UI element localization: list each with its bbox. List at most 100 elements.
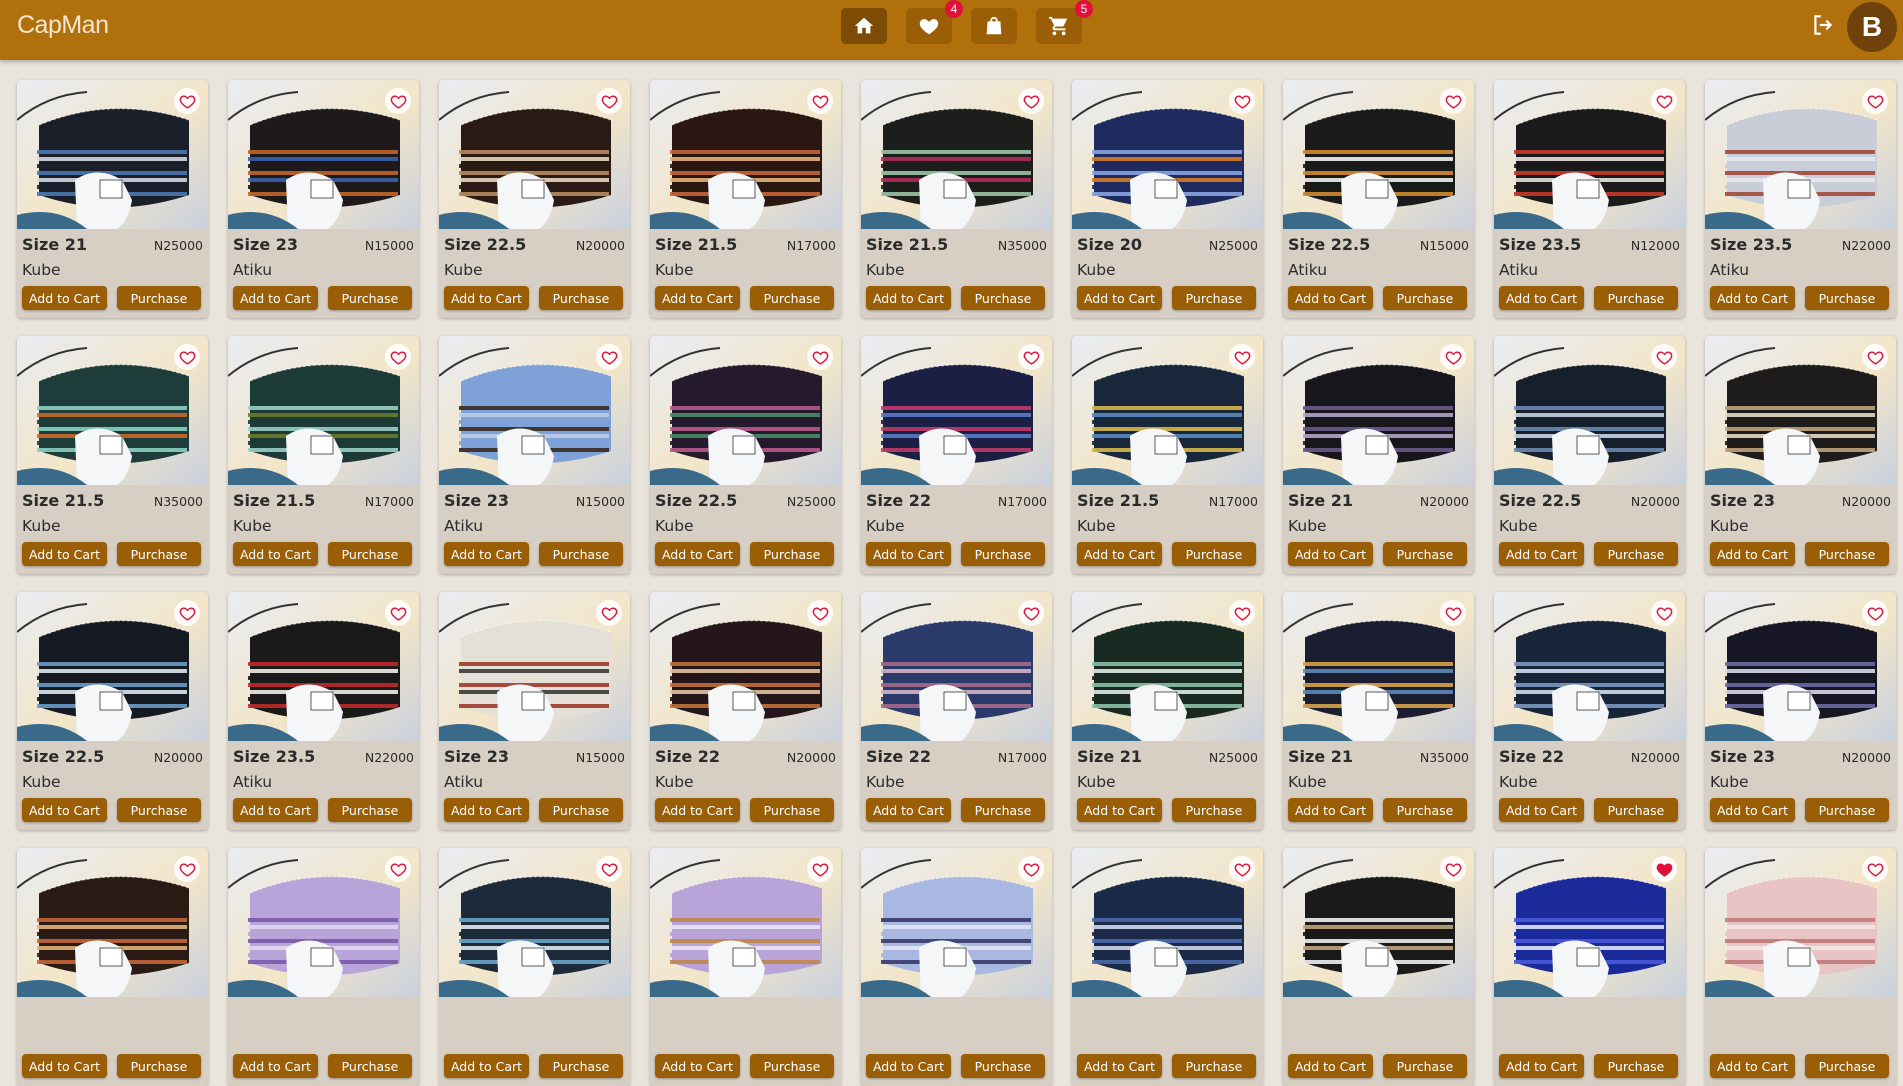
favorite-toggle[interactable] (1229, 600, 1255, 626)
product-image[interactable] (650, 848, 841, 997)
purchase-button[interactable]: Purchase (1594, 286, 1678, 310)
product-card[interactable]: Size 23 N15000 Atiku Add to Cart Purchas… (228, 80, 419, 318)
product-card[interactable]: Size 21 N35000 Kube Add to Cart Purchase (1283, 592, 1474, 830)
product-card[interactable]: Add to Cart Purchase (1705, 848, 1896, 1086)
product-image[interactable] (17, 80, 208, 229)
product-image[interactable] (228, 336, 419, 485)
product-image[interactable] (17, 848, 208, 997)
product-image[interactable] (439, 80, 630, 229)
purchase-button[interactable]: Purchase (1594, 798, 1678, 822)
favorite-toggle[interactable] (807, 344, 833, 370)
purchase-button[interactable]: Purchase (1172, 798, 1256, 822)
favorite-toggle[interactable] (1862, 88, 1888, 114)
product-card[interactable]: Size 23 N15000 Atiku Add to Cart Purchas… (439, 592, 630, 830)
product-card[interactable]: Size 23.5 N12000 Atiku Add to Cart Purch… (1494, 80, 1685, 318)
favorite-toggle[interactable] (1651, 600, 1677, 626)
purchase-button[interactable]: Purchase (750, 542, 834, 566)
product-image[interactable] (1072, 592, 1263, 741)
product-image[interactable] (1494, 80, 1685, 229)
purchase-button[interactable]: Purchase (1805, 798, 1889, 822)
product-card[interactable]: Add to Cart Purchase (17, 848, 208, 1086)
purchase-button[interactable]: Purchase (1383, 286, 1467, 310)
favorite-toggle[interactable] (1229, 88, 1255, 114)
purchase-button[interactable]: Purchase (328, 542, 412, 566)
favorite-toggle[interactable] (1440, 600, 1466, 626)
favorite-toggle[interactable] (807, 600, 833, 626)
add-to-cart-button[interactable]: Add to Cart (22, 1054, 107, 1078)
product-image[interactable] (439, 336, 630, 485)
purchase-button[interactable]: Purchase (539, 286, 623, 310)
product-image[interactable] (17, 336, 208, 485)
purchase-button[interactable]: Purchase (328, 1054, 412, 1078)
product-image[interactable] (1283, 336, 1474, 485)
favorite-toggle[interactable] (1018, 344, 1044, 370)
cart-button[interactable]: 5 (1036, 0, 1093, 44)
purchase-button[interactable]: Purchase (117, 286, 201, 310)
product-card[interactable]: Add to Cart Purchase (1494, 848, 1685, 1086)
product-card[interactable]: Size 23 N20000 Kube Add to Cart Purchase (1705, 336, 1896, 574)
product-card[interactable]: Size 22.5 N25000 Kube Add to Cart Purcha… (650, 336, 841, 574)
favorite-toggle[interactable] (1229, 344, 1255, 370)
favorite-toggle[interactable] (1440, 856, 1466, 882)
add-to-cart-button[interactable]: Add to Cart (1077, 798, 1162, 822)
product-card[interactable]: Add to Cart Purchase (861, 848, 1052, 1086)
orders-button[interactable] (971, 8, 1017, 44)
add-to-cart-button[interactable]: Add to Cart (1710, 798, 1795, 822)
product-image[interactable] (861, 336, 1052, 485)
favorite-toggle[interactable] (807, 856, 833, 882)
product-image[interactable] (1494, 336, 1685, 485)
favorite-toggle[interactable] (1440, 88, 1466, 114)
product-card[interactable]: Size 22 N20000 Kube Add to Cart Purchase (1494, 592, 1685, 830)
product-image[interactable] (650, 80, 841, 229)
purchase-button[interactable]: Purchase (539, 1054, 623, 1078)
product-card[interactable]: Add to Cart Purchase (228, 848, 419, 1086)
add-to-cart-button[interactable]: Add to Cart (1710, 286, 1795, 310)
add-to-cart-button[interactable]: Add to Cart (233, 542, 318, 566)
product-card[interactable]: Size 21.5 N17000 Kube Add to Cart Purcha… (1072, 336, 1263, 574)
product-card[interactable]: Size 21.5 N17000 Kube Add to Cart Purcha… (650, 80, 841, 318)
product-card[interactable]: Add to Cart Purchase (439, 848, 630, 1086)
product-image[interactable] (1705, 80, 1896, 229)
home-button[interactable] (841, 8, 887, 44)
user-avatar[interactable]: B (1847, 2, 1897, 52)
favorite-toggle[interactable] (174, 344, 200, 370)
favorite-toggle[interactable] (174, 600, 200, 626)
product-image[interactable] (1072, 848, 1263, 997)
purchase-button[interactable]: Purchase (1805, 286, 1889, 310)
favorite-toggle[interactable] (174, 856, 200, 882)
favorite-toggle[interactable] (596, 88, 622, 114)
add-to-cart-button[interactable]: Add to Cart (444, 286, 529, 310)
favorite-toggle[interactable] (1651, 88, 1677, 114)
add-to-cart-button[interactable]: Add to Cart (1288, 1054, 1373, 1078)
favorite-toggle[interactable] (1862, 600, 1888, 626)
app-logo[interactable]: CapMan (17, 11, 109, 40)
add-to-cart-button[interactable]: Add to Cart (444, 798, 529, 822)
purchase-button[interactable]: Purchase (1172, 542, 1256, 566)
product-card[interactable]: Size 22 N17000 Kube Add to Cart Purchase (861, 592, 1052, 830)
add-to-cart-button[interactable]: Add to Cart (22, 798, 107, 822)
purchase-button[interactable]: Purchase (961, 286, 1045, 310)
add-to-cart-button[interactable]: Add to Cart (866, 1054, 951, 1078)
add-to-cart-button[interactable]: Add to Cart (866, 286, 951, 310)
favorite-toggle[interactable] (596, 344, 622, 370)
product-card[interactable]: Size 23.5 N22000 Atiku Add to Cart Purch… (228, 592, 419, 830)
logout-button[interactable] (1810, 12, 1836, 38)
add-to-cart-button[interactable]: Add to Cart (1077, 542, 1162, 566)
add-to-cart-button[interactable]: Add to Cart (233, 1054, 318, 1078)
add-to-cart-button[interactable]: Add to Cart (866, 798, 951, 822)
favorite-toggle[interactable] (1018, 600, 1044, 626)
product-card[interactable]: Size 21 N20000 Kube Add to Cart Purchase (1283, 336, 1474, 574)
purchase-button[interactable]: Purchase (117, 542, 201, 566)
add-to-cart-button[interactable]: Add to Cart (655, 1054, 740, 1078)
product-image[interactable] (17, 592, 208, 741)
product-card[interactable]: Size 21 N25000 Kube Add to Cart Purchase (1072, 592, 1263, 830)
favorite-toggle[interactable] (1651, 344, 1677, 370)
product-image[interactable] (1494, 592, 1685, 741)
add-to-cart-button[interactable]: Add to Cart (866, 542, 951, 566)
product-image[interactable] (1072, 80, 1263, 229)
product-image[interactable] (861, 80, 1052, 229)
product-image[interactable] (861, 592, 1052, 741)
product-card[interactable]: Add to Cart Purchase (1283, 848, 1474, 1086)
purchase-button[interactable]: Purchase (328, 286, 412, 310)
purchase-button[interactable]: Purchase (1172, 286, 1256, 310)
